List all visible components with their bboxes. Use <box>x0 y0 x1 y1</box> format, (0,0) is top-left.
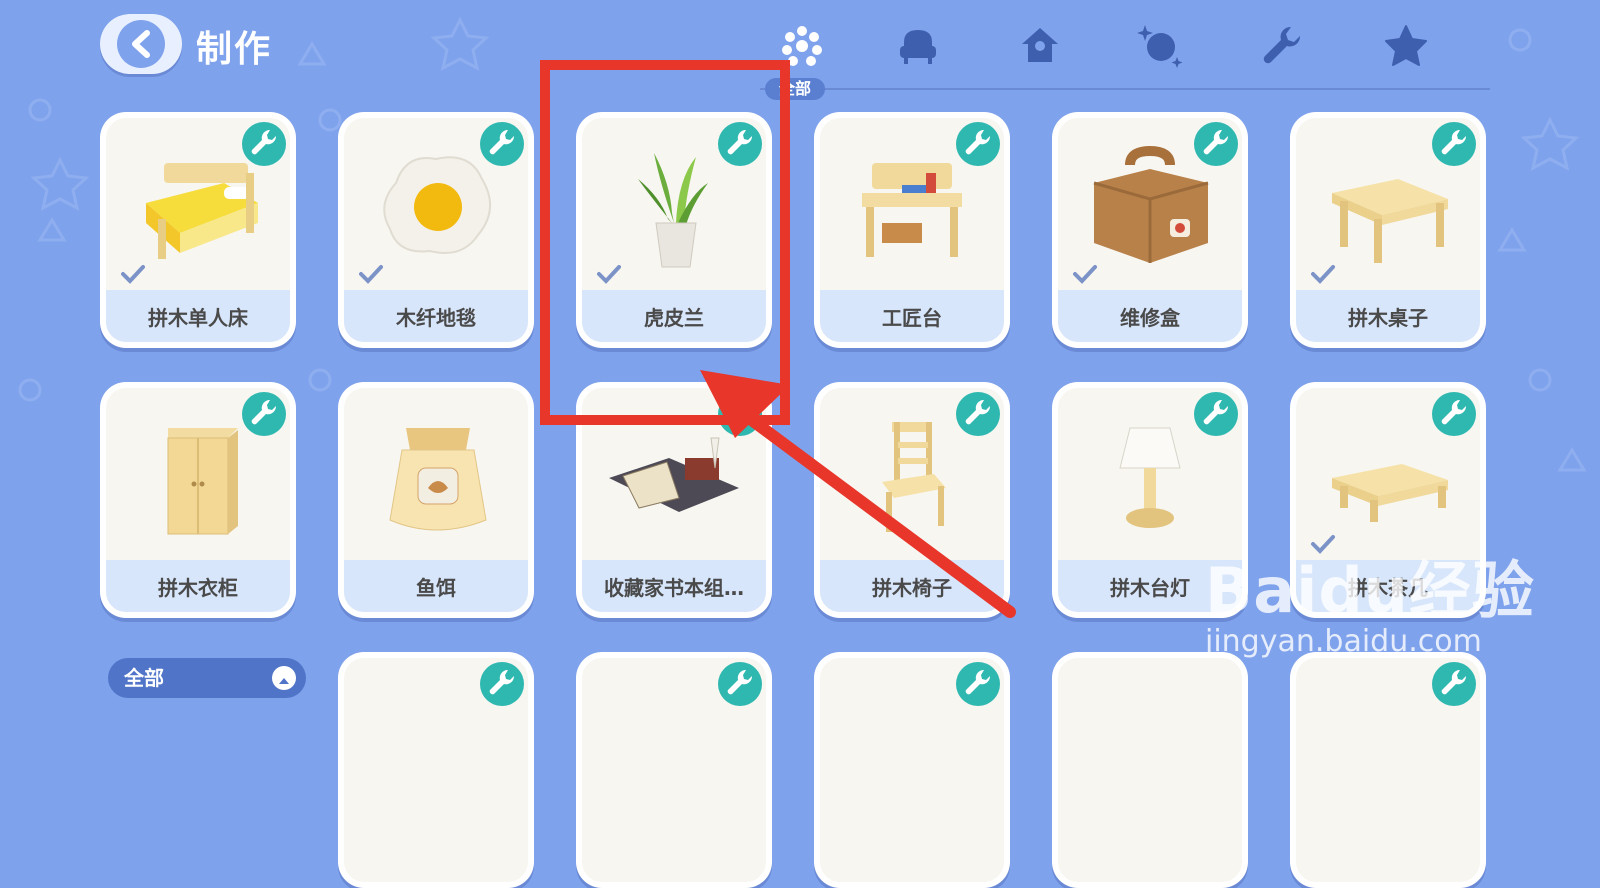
card-label: 鱼饵 <box>344 560 528 612</box>
back-button[interactable] <box>100 14 182 74</box>
wrench-badge-icon <box>1432 122 1476 166</box>
highlight-box <box>540 60 790 425</box>
wrench-badge-icon <box>956 122 1000 166</box>
star-icon <box>1385 25 1427 66</box>
sparkle-orb-icon <box>1137 25 1183 68</box>
crafted-check-icon <box>121 265 145 284</box>
card-label: 木纤地毯 <box>344 290 528 342</box>
card-label: 拼木单人床 <box>106 290 290 342</box>
recipe-card[interactable]: 拼木单人床 <box>100 112 296 348</box>
page-title: 制作 <box>196 29 273 70</box>
filter-label: 全部 <box>124 666 164 690</box>
recipe-card[interactable] <box>1290 652 1486 888</box>
tab-decor[interactable] <box>1008 14 1072 78</box>
recipe-card[interactable]: 拼木椅子 <box>814 382 1010 618</box>
tab-favorites[interactable] <box>1374 14 1438 78</box>
wrench-badge-icon <box>1194 122 1238 166</box>
category-tabs <box>770 14 1490 84</box>
wrench-icon <box>1263 26 1301 64</box>
recipe-card[interactable]: 工匠台 <box>814 112 1010 348</box>
chevron-up-icon <box>272 666 296 690</box>
card-label: 维修盒 <box>1058 290 1242 342</box>
wrench-badge-icon <box>242 392 286 436</box>
wrench-badge-icon <box>1194 392 1238 436</box>
fish-bait-image <box>344 398 528 558</box>
wrench-badge-icon <box>1432 392 1476 436</box>
filter-dropdown[interactable]: 全部 <box>108 658 306 698</box>
card-label: 拼木桌子 <box>1296 290 1480 342</box>
tab-furniture[interactable] <box>886 14 950 78</box>
armchair-icon <box>900 30 936 64</box>
recipe-card[interactable]: 拼木桌子 <box>1290 112 1486 348</box>
recipe-card[interactable]: 拼木衣柜 <box>100 382 296 618</box>
recipe-card[interactable]: 鱼饵 <box>338 382 534 618</box>
watermark-brand: Baidu经验 <box>1205 554 1535 627</box>
recipe-card[interactable]: 木纤地毯 <box>338 112 534 348</box>
tab-tools[interactable] <box>1250 14 1314 78</box>
wrench-badge-icon <box>956 392 1000 436</box>
recipe-card[interactable] <box>576 652 772 888</box>
watermark: Baidu经验 jingyan.baidu.com <box>1205 540 1535 659</box>
card-label: 拼木椅子 <box>820 560 1004 612</box>
crafted-check-icon <box>1073 265 1097 284</box>
recipe-card[interactable] <box>338 652 534 888</box>
tab-misc[interactable] <box>1128 14 1192 78</box>
back-arrow-icon <box>117 20 165 68</box>
recipe-card[interactable] <box>814 652 1010 888</box>
card-label: 工匠台 <box>820 290 1004 342</box>
crafted-check-icon <box>359 265 383 284</box>
recipe-card[interactable] <box>1052 652 1248 888</box>
wrench-badge-icon <box>480 122 524 166</box>
wrench-badge-icon <box>242 122 286 166</box>
card-label: 收藏家书本组… <box>582 560 766 612</box>
crafted-check-icon <box>1311 265 1335 284</box>
house-icon <box>1022 28 1058 62</box>
card-label: 拼木衣柜 <box>106 560 290 612</box>
recipe-card[interactable]: 维修盒 <box>1052 112 1248 348</box>
tab-underline <box>760 88 1490 90</box>
